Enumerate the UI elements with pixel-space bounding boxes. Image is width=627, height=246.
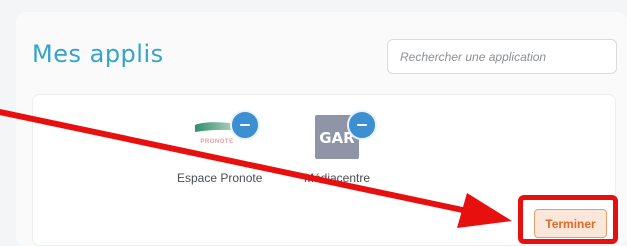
search-input[interactable] bbox=[387, 39, 617, 74]
remove-app-mediacentre-button[interactable] bbox=[347, 110, 377, 140]
minus-icon bbox=[240, 124, 250, 126]
page-title: Mes applis bbox=[32, 40, 164, 68]
pronote-logo-text: PRONOTE bbox=[200, 139, 233, 145]
minus-icon bbox=[357, 124, 367, 126]
remove-app-pronote-button[interactable] bbox=[230, 110, 260, 140]
terminer-button[interactable]: Terminer bbox=[534, 209, 607, 238]
app-label-mediacentre: Médiacentre bbox=[304, 171, 371, 185]
app-label-espace-pronote: Espace Pronote bbox=[177, 171, 263, 185]
